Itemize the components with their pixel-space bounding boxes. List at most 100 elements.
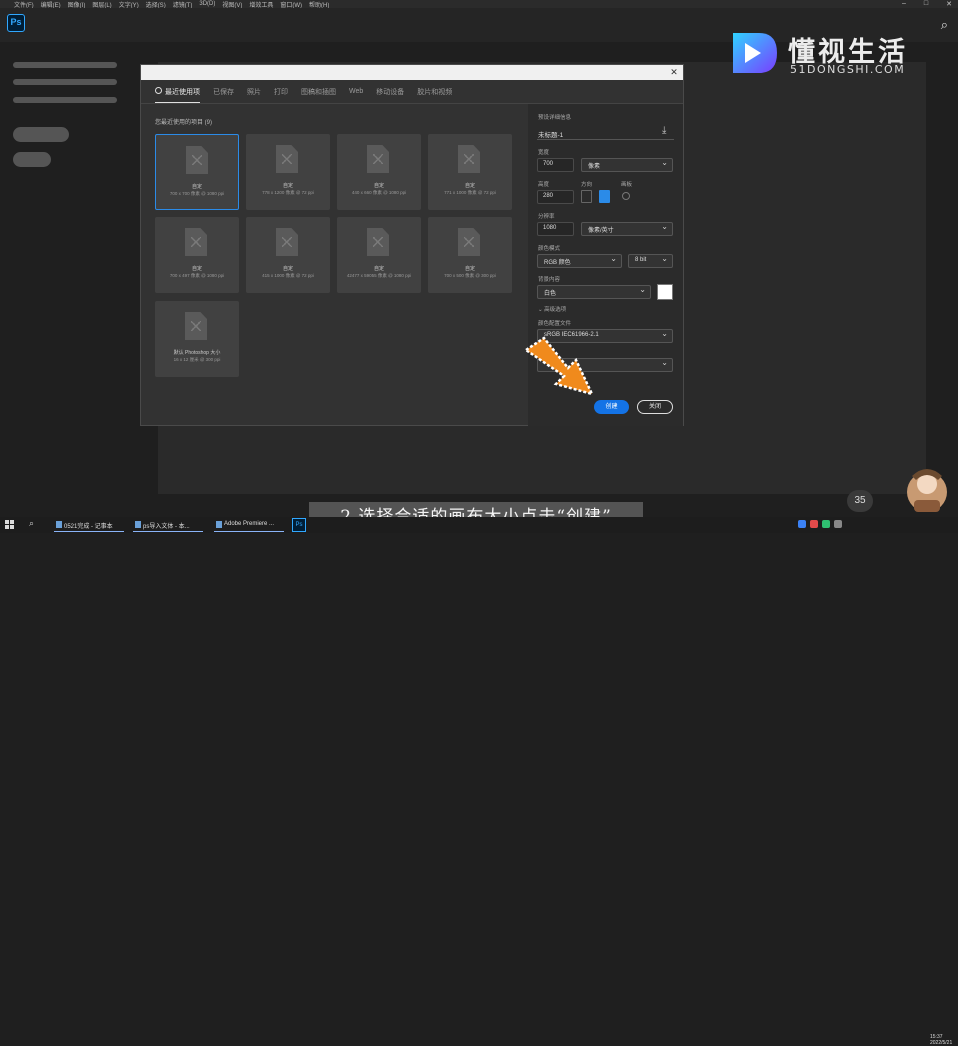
details-header: 预设详细信息: [538, 115, 572, 121]
document-icon: [367, 228, 389, 256]
preset-tile[interactable]: 自定 778 x 1200 像素 @ 72 ppi: [246, 134, 330, 210]
sidebar-placeholder: [13, 62, 117, 68]
tab-web[interactable]: Web: [349, 88, 363, 95]
windows-start-icon[interactable]: [5, 520, 14, 529]
tab-art[interactable]: 图稿和插图: [301, 87, 336, 97]
menu-item[interactable]: 图像(I): [68, 0, 86, 9]
preset-name: 自定: [373, 183, 384, 189]
dialog-titlebar: ✕: [141, 65, 683, 80]
tab-recent[interactable]: 最近使用项: [155, 87, 200, 103]
window-close-button[interactable]: ✕: [946, 0, 952, 8]
search-icon[interactable]: ⌕: [941, 17, 948, 33]
save-preset-icon[interactable]: ⤓: [662, 125, 666, 136]
menu-item[interactable]: 滤镜(T): [173, 0, 193, 9]
portrait-orientation-icon[interactable]: [581, 190, 592, 203]
menu-item[interactable]: 选择(S): [146, 0, 166, 9]
unit-select[interactable]: 像素: [581, 158, 673, 172]
color-mode-select[interactable]: RGB 颜色: [537, 254, 622, 268]
minimize-button[interactable]: –: [902, 0, 906, 8]
menu-item[interactable]: 帮助(H): [309, 0, 329, 9]
taskbar-search-icon[interactable]: ⌕: [29, 518, 34, 529]
preset-tile[interactable]: 自定 440 x 660 像素 @ 1080 ppi: [337, 134, 421, 210]
preset-tile[interactable]: 自定 42477 x 59055 像素 @ 1080 ppi: [337, 217, 421, 293]
tab-film[interactable]: 胶片和视频: [417, 87, 452, 97]
tab-label: 最近使用项: [165, 89, 200, 96]
preset-tile[interactable]: 自定 700 x 500 像素 @ 300 ppi: [428, 217, 512, 293]
close-button[interactable]: 关闭: [637, 400, 673, 414]
menu-item[interactable]: 增效工具: [249, 0, 273, 9]
tray-icon[interactable]: [810, 520, 818, 528]
preset-size: 771 x 1000 像素 @ 72 ppi: [444, 190, 496, 195]
taskbar-photoshop-icon[interactable]: Ps: [292, 518, 306, 532]
menu-item[interactable]: 图层(L): [92, 0, 111, 9]
taskbar-task[interactable]: Adobe Premiere ...: [214, 518, 284, 532]
preset-name: 自定: [282, 183, 293, 189]
document-name-field[interactable]: 未标题-1: [538, 129, 563, 139]
preset-tile[interactable]: 自定 415 x 1000 像素 @ 72 ppi: [246, 217, 330, 293]
clock-icon: [155, 87, 162, 94]
preset-tabs: 最近使用项 已保存 照片 打印 图稿和插图 Web 移动设备 胶片和视频: [141, 80, 683, 104]
tab-print[interactable]: 打印: [274, 87, 288, 97]
height-input[interactable]: 280: [537, 190, 574, 204]
color-mode-label: 颜色模式: [538, 246, 561, 252]
advanced-options-toggle[interactable]: ⌄ 高级选项: [538, 305, 566, 313]
windows-taskbar: ⌕ 0521完成 - 记事本 ps导入文体 - 本... Adobe Premi…: [0, 517, 958, 1046]
dongshi-logo-icon: [733, 33, 777, 73]
menu-item[interactable]: 窗口(W): [280, 0, 302, 9]
taskbar-clock[interactable]: 15:37 2022/5/21: [930, 1034, 952, 1046]
background-label: 背景内容: [538, 277, 561, 283]
background-select[interactable]: 白色: [537, 285, 651, 299]
preset-tile[interactable]: 自定 771 x 1000 像素 @ 72 ppi: [428, 134, 512, 210]
document-icon: [186, 146, 208, 174]
create-button[interactable]: 创建: [594, 400, 629, 414]
home-sidebar: [0, 42, 140, 492]
preset-size: 700 x 700 像素 @ 1080 ppi: [169, 191, 225, 196]
taskbar-task[interactable]: ps导入文体 - 本...: [133, 518, 203, 532]
resolution-input[interactable]: 1080: [537, 222, 574, 236]
menu-item[interactable]: 编辑(E): [41, 0, 61, 9]
orientation-label: 方向: [581, 182, 593, 188]
tab-photo[interactable]: 照片: [247, 87, 261, 97]
document-icon: [276, 145, 298, 173]
artboard-label: 画板: [621, 182, 633, 188]
preset-size: 778 x 1200 像素 @ 72 ppi: [262, 190, 314, 195]
clock-date: 2022/5/21: [930, 1040, 953, 1046]
tray-icon[interactable]: [834, 520, 842, 528]
tab-saved[interactable]: 已保存: [213, 87, 234, 97]
document-icon: [367, 145, 389, 173]
sidebar-button-placeholder: [13, 127, 69, 142]
bit-depth-select[interactable]: 8 bit: [628, 254, 673, 268]
close-icon[interactable]: ✕: [668, 66, 680, 78]
landscape-orientation-icon[interactable]: [599, 190, 610, 203]
menu-item[interactable]: 3D(D): [199, 1, 215, 7]
color-profile-label: 颜色配置文件: [538, 321, 572, 327]
resolution-unit-select[interactable]: 像素/英寸: [581, 222, 673, 236]
width-input[interactable]: 700: [537, 158, 574, 172]
system-tray: [798, 520, 842, 528]
tray-icon[interactable]: [798, 520, 806, 528]
preset-name: 自定: [464, 266, 475, 272]
menu-item[interactable]: 文字(Y): [119, 0, 139, 9]
name-underline: [537, 139, 674, 140]
taskbar-task[interactable]: 0521完成 - 记事本: [54, 518, 124, 532]
maximize-button[interactable]: □: [924, 0, 928, 8]
photoshop-logo[interactable]: Ps: [7, 14, 25, 32]
tab-mobile[interactable]: 移动设备: [376, 87, 404, 97]
recent-count-label: 您最近使用的项目 (9): [155, 120, 213, 126]
menu-item[interactable]: 视图(V): [222, 0, 242, 9]
preset-name: 自定: [373, 266, 384, 272]
tray-icon[interactable]: [822, 520, 830, 528]
height-label: 高度: [538, 182, 550, 188]
sidebar-placeholder: [13, 79, 117, 85]
preset-name: 自定: [282, 266, 293, 272]
preset-size: 440 x 660 像素 @ 1080 ppi: [351, 190, 407, 195]
menu-item[interactable]: 文件(F): [14, 0, 34, 9]
preset-tile[interactable]: 自定 700 x 700 像素 @ 1080 ppi: [155, 134, 239, 210]
notification-badge[interactable]: 35: [847, 490, 873, 512]
document-icon: [458, 228, 480, 256]
avatar: [907, 469, 947, 512]
background-color-swatch[interactable]: [657, 284, 673, 300]
preset-tile[interactable]: 自定 700 x 497 像素 @ 1080 ppi: [155, 217, 239, 293]
preset-tile[interactable]: 默认 Photoshop 大小 16 x 12 厘米 @ 300 ppi: [155, 301, 239, 377]
artboard-checkbox[interactable]: [622, 192, 630, 200]
